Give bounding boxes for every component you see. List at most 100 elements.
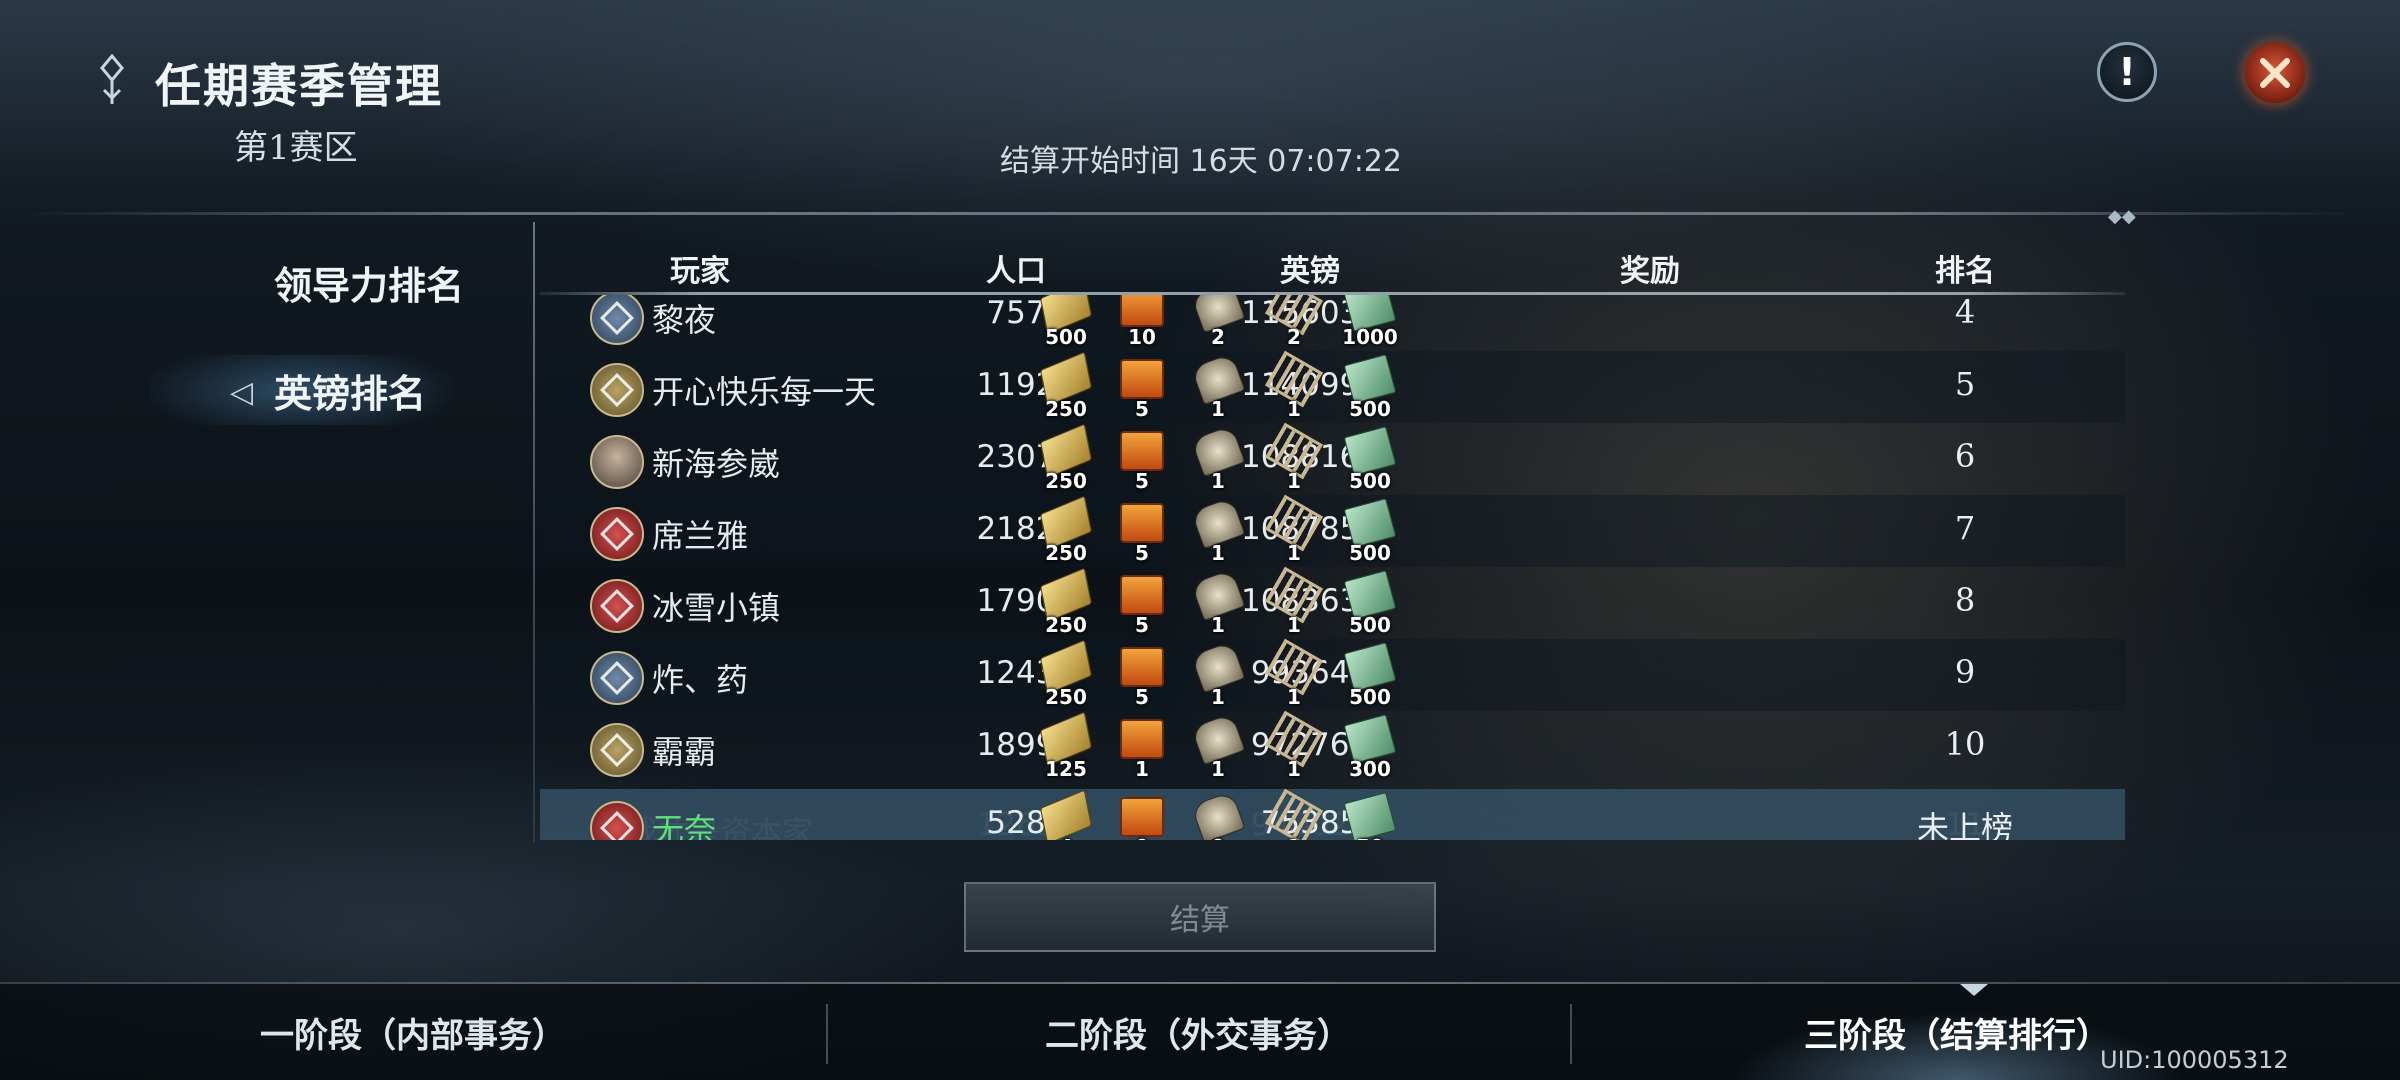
- player-avatar[interactable]: [590, 723, 644, 777]
- reward-item[interactable]: 5: [1114, 647, 1170, 709]
- player-avatar[interactable]: [590, 435, 644, 489]
- reward-quantity: 2: [1211, 325, 1225, 349]
- cash-icon: [1343, 791, 1397, 840]
- reward-item[interactable]: 2: [1190, 295, 1246, 349]
- treasure-chest-icon: [1120, 719, 1164, 759]
- player-avatar[interactable]: [590, 579, 644, 633]
- reward-item[interactable]: 1: [1264, 710, 1324, 781]
- phase-tabs: 一阶段（内部事务） 二阶段（外交事务） 三阶段（结算排行）: [0, 984, 2400, 1080]
- reward-item[interactable]: 250: [1038, 423, 1094, 493]
- title-emblem-icon: [100, 54, 124, 104]
- table-row[interactable]: 开心快乐每一天119211409942505115005: [540, 350, 2125, 423]
- reward-item[interactable]: 250: [1038, 567, 1094, 637]
- reward-item[interactable]: 500: [1342, 425, 1398, 493]
- reward-item[interactable]: 500: [1342, 353, 1398, 421]
- table-row[interactable]: 炸、药12439936422505115009: [540, 638, 2125, 711]
- table-row[interactable]: 席兰雅218210878552505115007: [540, 494, 2125, 567]
- reward-quantity: 0: [1114, 835, 1170, 840]
- rank-value: 7: [1954, 509, 1976, 547]
- reward-item[interactable]: 50: [1342, 791, 1398, 840]
- reward-item[interactable]: 1: [1190, 712, 1246, 781]
- reward-item[interactable]: 5: [1114, 431, 1170, 493]
- reward-quantity: 5: [1135, 469, 1149, 493]
- reward-item[interactable]: 1: [1264, 350, 1324, 421]
- player-name: 席兰雅: [652, 517, 749, 555]
- reward-quantity: 1: [1135, 757, 1149, 781]
- col-player: 玩家: [670, 254, 730, 289]
- reward-item[interactable]: 1: [1114, 719, 1170, 781]
- reward-item[interactable]: 0: [1190, 790, 1246, 840]
- reward-item[interactable]: 10: [1114, 295, 1170, 349]
- reward-item[interactable]: 500: [1342, 569, 1398, 637]
- col-population: 人口: [986, 254, 1046, 289]
- table-body-scroll[interactable]: 黎夜7571156030500102210004开心快乐每一天119211409…: [540, 295, 2125, 840]
- table-row[interactable]: 冰雪小镇179010836312505115008: [540, 566, 2125, 639]
- reward-item[interactable]: 125: [1038, 711, 1094, 781]
- header-divider: [20, 212, 2360, 215]
- table-row[interactable]: 霸霸189997276012511130010: [540, 710, 2125, 783]
- player-avatar[interactable]: [590, 801, 644, 840]
- reward-item[interactable]: 1: [1190, 424, 1246, 493]
- reward-item[interactable]: 0: [1114, 797, 1170, 840]
- treasure-chest-icon: [1120, 647, 1164, 687]
- table-row[interactable]: 黎夜7571156030500102210004: [540, 295, 2125, 351]
- reward-item[interactable]: 5: [1114, 503, 1170, 565]
- reward-item[interactable]: 2: [1264, 295, 1324, 349]
- reward-item[interactable]: 1: [1190, 352, 1246, 421]
- reward-quantity: 250: [1045, 685, 1087, 709]
- reward-item[interactable]: 1: [1264, 638, 1324, 709]
- reward-item[interactable]: 1: [1190, 640, 1246, 709]
- reward-quantity: 5: [1135, 397, 1149, 421]
- gold-bar-icon: [1039, 789, 1093, 840]
- reward-item[interactable]: 500: [1342, 641, 1398, 709]
- rank-value: 8: [1954, 581, 1976, 619]
- reward-item[interactable]: 300: [1342, 713, 1398, 781]
- reward-item[interactable]: 250: [1038, 639, 1094, 709]
- player-name: 冰雪小镇: [652, 589, 781, 627]
- player-avatar[interactable]: [590, 295, 644, 345]
- reward-item[interactable]: 5: [1114, 575, 1170, 637]
- player-avatar[interactable]: [590, 651, 644, 705]
- alliance-emblem-icon: [600, 373, 634, 407]
- reward-quantity: 1: [1287, 469, 1301, 493]
- tab-phase-2[interactable]: 二阶段（外交事务）: [828, 984, 1568, 1080]
- reward-item[interactable]: 1: [1264, 422, 1324, 493]
- reward-item[interactable]: 500: [1038, 295, 1094, 349]
- reward-quantity: 5: [1135, 685, 1149, 709]
- settle-button[interactable]: 结算: [964, 882, 1436, 952]
- reward-quantity: 1: [1211, 397, 1225, 421]
- tab-phase-1[interactable]: 一阶段（内部事务）: [0, 984, 826, 1080]
- treasure-chest-icon: [1120, 295, 1164, 327]
- player-name: 黎夜: [652, 301, 717, 339]
- table-row[interactable]: 新海参崴230710881692505115006: [540, 422, 2125, 495]
- reward-quantity: 1: [1211, 613, 1225, 637]
- rank-value: 5: [1954, 365, 1976, 403]
- reward-item[interactable]: 1: [1190, 568, 1246, 637]
- reward-quantity: 10: [1128, 325, 1156, 349]
- reward-quantity: 1: [1211, 469, 1225, 493]
- self-ranking-row[interactable]: 无奈52875385400150未上榜: [540, 788, 2125, 840]
- reward-quantity: 300: [1349, 757, 1391, 781]
- reward-item[interactable]: 4: [1038, 789, 1094, 840]
- alliance-emblem-icon: [600, 733, 634, 767]
- reward-item[interactable]: 1: [1264, 494, 1324, 565]
- alliance-emblem-icon: [600, 301, 634, 335]
- player-avatar[interactable]: [590, 363, 644, 417]
- reward-item[interactable]: 1000: [1342, 295, 1398, 349]
- close-button[interactable]: [2242, 40, 2308, 106]
- reward-quantity: 1: [1211, 757, 1225, 781]
- reward-item[interactable]: 500: [1342, 497, 1398, 565]
- reward-item[interactable]: 1: [1264, 788, 1324, 840]
- reward-quantity: 500: [1045, 325, 1087, 349]
- reward-item[interactable]: 250: [1038, 495, 1094, 565]
- nav-leadership-ranking[interactable]: 领导力排名: [150, 247, 480, 317]
- reward-item[interactable]: 1: [1190, 496, 1246, 565]
- player-avatar[interactable]: [590, 507, 644, 561]
- reward-item[interactable]: 1: [1264, 566, 1324, 637]
- page-title: 任期赛季管理: [155, 59, 443, 113]
- nav-pound-ranking[interactable]: ◁ 英镑排名: [150, 355, 480, 425]
- info-button[interactable]: !: [2097, 42, 2157, 102]
- reward-quantity: 250: [1045, 469, 1087, 493]
- reward-item[interactable]: 250: [1038, 351, 1094, 421]
- reward-item[interactable]: 5: [1114, 359, 1170, 421]
